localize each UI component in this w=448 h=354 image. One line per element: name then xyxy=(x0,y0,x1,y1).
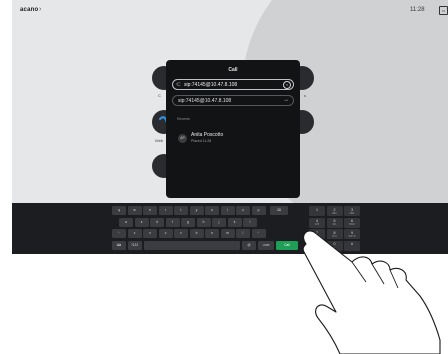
avatar[interactable]: AP xyxy=(178,134,187,143)
arrow-right-icon[interactable]: → xyxy=(283,96,289,105)
key-q[interactable]: q xyxy=(112,206,126,215)
suggestion-value: sip:74145@10.47.8.108 xyxy=(178,97,232,104)
top-bar: acano › 11:28 ▭ xyxy=(12,0,448,22)
recent-contact-name[interactable]: Anita Poscotto xyxy=(191,132,223,138)
numpad-letters: + xyxy=(333,246,336,249)
numpad-key-3[interactable]: 3 DEF xyxy=(344,206,360,216)
touch-panel-screen: acano › 11:28 ▭ C Web s Call ⊂ sip:74145… xyxy=(12,0,448,254)
key-g[interactable]: g xyxy=(181,217,195,227)
call-dialog: Call ⊂ sip:74145@10.47.8.108 × sip:74145… xyxy=(166,60,300,198)
brand-logo: acano xyxy=(20,7,39,13)
key-n[interactable]: n xyxy=(205,229,219,238)
shift-icon[interactable]: ⌃ xyxy=(112,229,126,238)
numpad-letters: GHI xyxy=(314,223,320,226)
key-z[interactable]: z xyxy=(127,229,142,238)
key-u[interactable]: u xyxy=(205,206,219,215)
key-h[interactable]: h xyxy=(196,217,211,227)
numpad-key-5[interactable]: 5 JKL xyxy=(326,217,343,228)
numpad-key-6[interactable]: 6 MNO xyxy=(344,217,360,228)
suggestion-row[interactable]: sip:74145@10.47.8.108 → xyxy=(172,95,294,106)
numpad-key-0[interactable]: 0 + xyxy=(326,240,343,251)
dialog-title: Call xyxy=(228,67,238,73)
recent-contact-detail: Placed 11:28 xyxy=(191,139,212,143)
key-y[interactable]: y xyxy=(189,206,204,215)
numpad-letters: PQRS xyxy=(313,234,321,238)
keyboard-icon[interactable]: ⌨ xyxy=(112,240,126,250)
mode-key[interactable]: ?123 xyxy=(127,240,142,250)
numpad-key-1[interactable]: 1 xyxy=(309,206,325,216)
numpad-digit: * xyxy=(316,242,318,246)
key-o[interactable]: o xyxy=(236,206,250,215)
call-input-value[interactable]: sip:74145@10.47.8.108 xyxy=(184,82,237,89)
key-e[interactable]: e xyxy=(143,206,157,215)
key-slash[interactable]: / xyxy=(236,229,250,238)
search-icon: ⊂ xyxy=(176,82,182,88)
key-w[interactable]: w xyxy=(127,206,142,215)
key-k[interactable]: k xyxy=(227,217,242,227)
key-a[interactable]: a xyxy=(119,217,133,227)
key-d[interactable]: d xyxy=(150,217,164,227)
numpad-key-#[interactable]: # xyxy=(344,240,360,251)
screen-share-icon[interactable]: ▭ xyxy=(439,6,448,15)
key-s[interactable]: s xyxy=(134,217,149,227)
clear-icon[interactable]: × xyxy=(283,81,291,89)
key-c[interactable]: c xyxy=(158,229,173,238)
shift-icon[interactable]: ⌃ xyxy=(251,229,266,238)
numpad-letters: MNO xyxy=(349,223,355,226)
numpad-key-7[interactable]: 7 PQRS xyxy=(309,229,325,239)
key-f[interactable]: f xyxy=(165,217,180,227)
key-r[interactable]: r xyxy=(158,206,173,215)
numpad-key-9[interactable]: 9 WXYZ xyxy=(344,229,360,239)
call-button[interactable]: Call xyxy=(276,240,298,250)
clock: 11:28 xyxy=(410,7,425,13)
space-key[interactable] xyxy=(144,240,240,250)
key-l[interactable]: l xyxy=(243,217,257,227)
backspace-icon[interactable]: ⌫ xyxy=(270,206,288,215)
home-button-label: C xyxy=(158,93,161,98)
recents-header: Recents xyxy=(177,117,190,121)
home-button-label: s xyxy=(304,93,306,98)
key-p[interactable]: p xyxy=(251,206,266,215)
numpad-digit: 1 xyxy=(316,207,318,212)
key-t[interactable]: t xyxy=(174,206,188,215)
numpad-key-8[interactable]: 8 TUV xyxy=(326,229,343,239)
numpad-letters: ABC xyxy=(332,211,337,215)
numpad-letters: JKL xyxy=(332,223,337,226)
dotcom-key[interactable]: .com xyxy=(258,240,274,250)
numpad-key-4[interactable]: 4 GHI xyxy=(309,217,325,228)
key-b[interactable]: b xyxy=(189,229,204,238)
key-v[interactable]: v xyxy=(174,229,188,238)
key-j[interactable]: j xyxy=(212,217,226,227)
numpad-letters: DEF xyxy=(349,211,355,215)
key-m[interactable]: m xyxy=(220,229,235,238)
numpad-key-2[interactable]: 2 ABC xyxy=(326,206,343,216)
numpad-key-*[interactable]: * xyxy=(309,240,325,251)
key-i[interactable]: i xyxy=(220,206,235,215)
at-key[interactable]: @ xyxy=(242,240,256,250)
key-x[interactable]: x xyxy=(143,229,157,238)
numpad-letters: TUV xyxy=(332,234,337,238)
numpad-digit: # xyxy=(351,242,353,246)
home-button-label: Web xyxy=(155,138,164,143)
brand-chevron-icon[interactable]: › xyxy=(39,6,41,13)
numpad-letters: WXYZ xyxy=(348,234,356,238)
call-search-input[interactable]: ⊂ sip:74145@10.47.8.108 × xyxy=(172,79,294,90)
on-screen-keyboard: q w e r t y u i o p ⌫ a s d f g h j k l ⌃ z x c v b n m / ⌃ ⌨ ?123 @ .com… xyxy=(12,203,448,254)
